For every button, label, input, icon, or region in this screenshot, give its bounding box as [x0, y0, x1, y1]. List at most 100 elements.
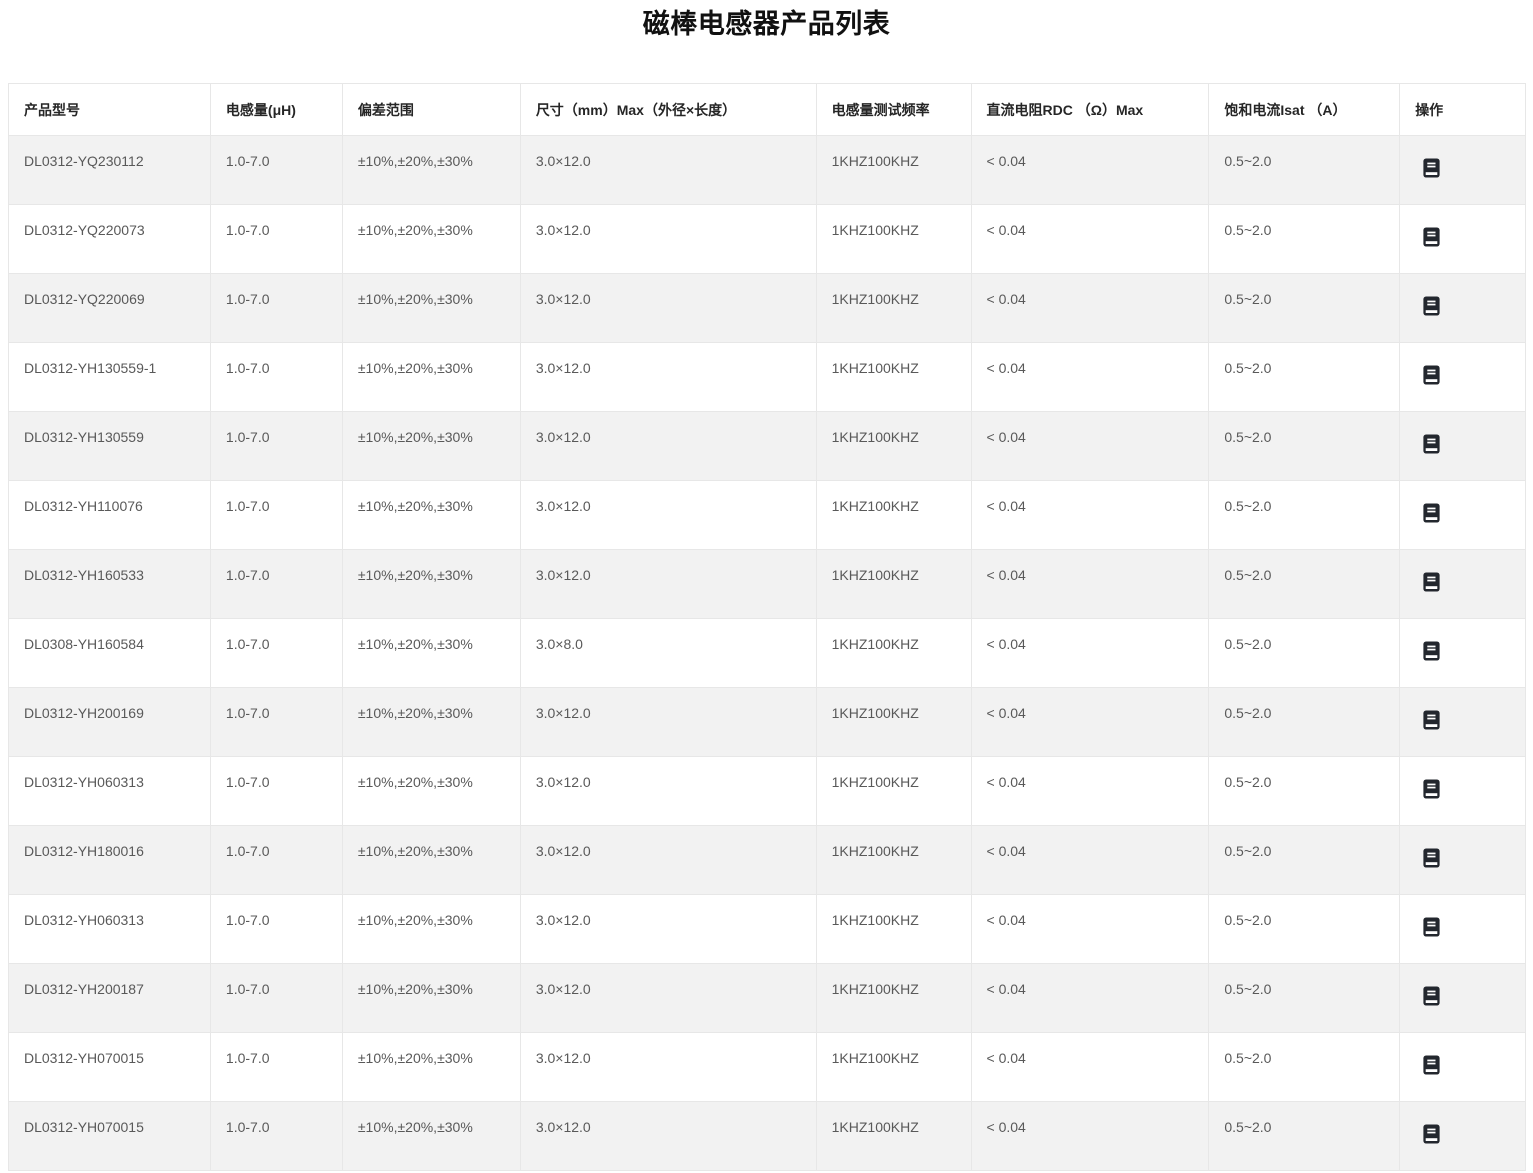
cell-test_freq: 1KHZ100KHZ — [815, 549, 972, 619]
table-row: DL0312-YH130559 1.0-7.0 ±10%,±20%,±30% 3.0×… — [8, 411, 1526, 481]
datasheet-button[interactable] — [1423, 848, 1440, 868]
notebook-icon — [1423, 848, 1440, 868]
cell-isat: 0.5~2.0 — [1208, 1101, 1401, 1171]
column-header-tolerance: 偏差范围 — [341, 83, 521, 136]
cell-isat: 0.5~2.0 — [1208, 480, 1401, 550]
table-row: DL0312-YH160533 1.0-7.0 ±10%,±20%,±30% 3.0×… — [8, 549, 1526, 619]
cell-inductance: 1.0-7.0 — [209, 480, 343, 550]
cell-tolerance: ±10%,±20%,±30% — [341, 273, 521, 343]
datasheet-button[interactable] — [1423, 641, 1440, 661]
cell-tolerance: ±10%,±20%,±30% — [341, 135, 521, 205]
datasheet-button[interactable] — [1423, 227, 1440, 247]
column-header-inductance: 电感量(μH) — [209, 83, 343, 136]
cell-test_freq: 1KHZ100KHZ — [815, 687, 972, 757]
cell-size: 3.0×12.0 — [519, 1032, 817, 1102]
cell-size: 3.0×8.0 — [519, 618, 817, 688]
cell-tolerance: ±10%,±20%,±30% — [341, 894, 521, 964]
notebook-icon — [1423, 227, 1440, 247]
cell-tolerance: ±10%,±20%,±30% — [341, 963, 521, 1033]
datasheet-button[interactable] — [1423, 986, 1440, 1006]
cell-model: DL0308-YH160584 — [8, 618, 211, 688]
cell-test_freq: 1KHZ100KHZ — [815, 756, 972, 826]
table-row: DL0312-YH070015 1.0-7.0 ±10%,±20%,±30% 3.0×… — [8, 1032, 1526, 1102]
notebook-icon — [1423, 1124, 1440, 1144]
cell-inductance: 1.0-7.0 — [209, 273, 343, 343]
cell-size: 3.0×12.0 — [519, 1101, 817, 1171]
cell-tolerance: ±10%,±20%,±30% — [341, 342, 521, 412]
cell-rdc_max: < 0.04 — [970, 204, 1210, 274]
cell-tolerance: ±10%,±20%,±30% — [341, 480, 521, 550]
cell-rdc_max: < 0.04 — [970, 549, 1210, 619]
cell-inductance: 1.0-7.0 — [209, 687, 343, 757]
cell-inductance: 1.0-7.0 — [209, 756, 343, 826]
cell-model: DL0312-YH200169 — [8, 687, 211, 757]
datasheet-button[interactable] — [1423, 158, 1440, 178]
cell-model: DL0312-YH130559 — [8, 411, 211, 481]
cell-isat: 0.5~2.0 — [1208, 756, 1401, 826]
datasheet-button[interactable] — [1423, 434, 1440, 454]
notebook-icon — [1423, 986, 1440, 1006]
notebook-icon — [1423, 710, 1440, 730]
cell-rdc_max: < 0.04 — [970, 1032, 1210, 1102]
cell-model: DL0312-YQ230112 — [8, 135, 211, 205]
table-row: DL0312-YH110076 1.0-7.0 ±10%,±20%,±30% 3.0×… — [8, 480, 1526, 550]
datasheet-button[interactable] — [1423, 710, 1440, 730]
cell-inductance: 1.0-7.0 — [209, 411, 343, 481]
datasheet-button[interactable] — [1423, 917, 1440, 937]
datasheet-button[interactable] — [1423, 572, 1440, 592]
cell-inductance: 1.0-7.0 — [209, 1032, 343, 1102]
column-header-model: 产品型号 — [8, 83, 211, 136]
table-row: DL0312-YQ220073 1.0-7.0 ±10%,±20%,±30% 3.0×… — [8, 204, 1526, 274]
datasheet-button[interactable] — [1423, 1055, 1440, 1075]
table-header-row: 产品型号 电感量(μH) 偏差范围 尺寸（mm）Max（外径×长度） 电感量测试频率 直流… — [8, 83, 1526, 136]
cell-size: 3.0×12.0 — [519, 756, 817, 826]
cell-action — [1399, 135, 1526, 205]
datasheet-button[interactable] — [1423, 503, 1440, 523]
cell-size: 3.0×12.0 — [519, 825, 817, 895]
cell-model: DL0312-YH060313 — [8, 756, 211, 826]
cell-tolerance: ±10%,±20%,±30% — [341, 618, 521, 688]
cell-rdc_max: < 0.04 — [970, 756, 1210, 826]
datasheet-button[interactable] — [1423, 365, 1440, 385]
cell-test_freq: 1KHZ100KHZ — [815, 411, 972, 481]
column-header-size: 尺寸（mm）Max（外径×长度） — [519, 83, 817, 136]
cell-inductance: 1.0-7.0 — [209, 204, 343, 274]
column-header-test_freq: 电感量测试频率 — [815, 83, 972, 136]
table-row: DL0312-YH060313 1.0-7.0 ±10%,±20%,±30% 3.0×… — [8, 756, 1526, 826]
cell-size: 3.0×12.0 — [519, 894, 817, 964]
cell-test_freq: 1KHZ100KHZ — [815, 480, 972, 550]
cell-rdc_max: < 0.04 — [970, 1101, 1210, 1171]
cell-action — [1399, 411, 1526, 481]
cell-tolerance: ±10%,±20%,±30% — [341, 687, 521, 757]
cell-rdc_max: < 0.04 — [970, 618, 1210, 688]
notebook-icon — [1423, 158, 1440, 178]
cell-size: 3.0×12.0 — [519, 204, 817, 274]
cell-size: 3.0×12.0 — [519, 687, 817, 757]
cell-action — [1399, 963, 1526, 1033]
table-row: DL0312-YH200169 1.0-7.0 ±10%,±20%,±30% 3.0×… — [8, 687, 1526, 757]
page-title: 磁棒电感器产品列表 — [642, 9, 891, 39]
notebook-icon — [1423, 917, 1440, 937]
column-header-action: 操作 — [1399, 83, 1526, 136]
notebook-icon — [1423, 572, 1440, 592]
table-body: DL0312-YQ230112 1.0-7.0 ±10%,±20%,±30% 3.0×… — [8, 135, 1526, 1171]
cell-test_freq: 1KHZ100KHZ — [815, 342, 972, 412]
cell-isat: 0.5~2.0 — [1208, 963, 1401, 1033]
cell-rdc_max: < 0.04 — [970, 342, 1210, 412]
cell-tolerance: ±10%,±20%,±30% — [341, 549, 521, 619]
cell-isat: 0.5~2.0 — [1208, 618, 1401, 688]
datasheet-button[interactable] — [1423, 296, 1440, 316]
cell-model: DL0312-YH070015 — [8, 1101, 211, 1171]
cell-test_freq: 1KHZ100KHZ — [815, 618, 972, 688]
notebook-icon — [1423, 1055, 1440, 1075]
cell-rdc_max: < 0.04 — [970, 963, 1210, 1033]
table-row: DL0312-YH180016 1.0-7.0 ±10%,±20%,±30% 3.0×… — [8, 825, 1526, 895]
datasheet-button[interactable] — [1423, 1124, 1440, 1144]
cell-model: DL0312-YH070015 — [8, 1032, 211, 1102]
cell-action — [1399, 273, 1526, 343]
cell-isat: 0.5~2.0 — [1208, 135, 1401, 205]
datasheet-button[interactable] — [1423, 779, 1440, 799]
cell-rdc_max: < 0.04 — [970, 480, 1210, 550]
cell-test_freq: 1KHZ100KHZ — [815, 963, 972, 1033]
cell-model: DL0312-YH130559-1 — [8, 342, 211, 412]
